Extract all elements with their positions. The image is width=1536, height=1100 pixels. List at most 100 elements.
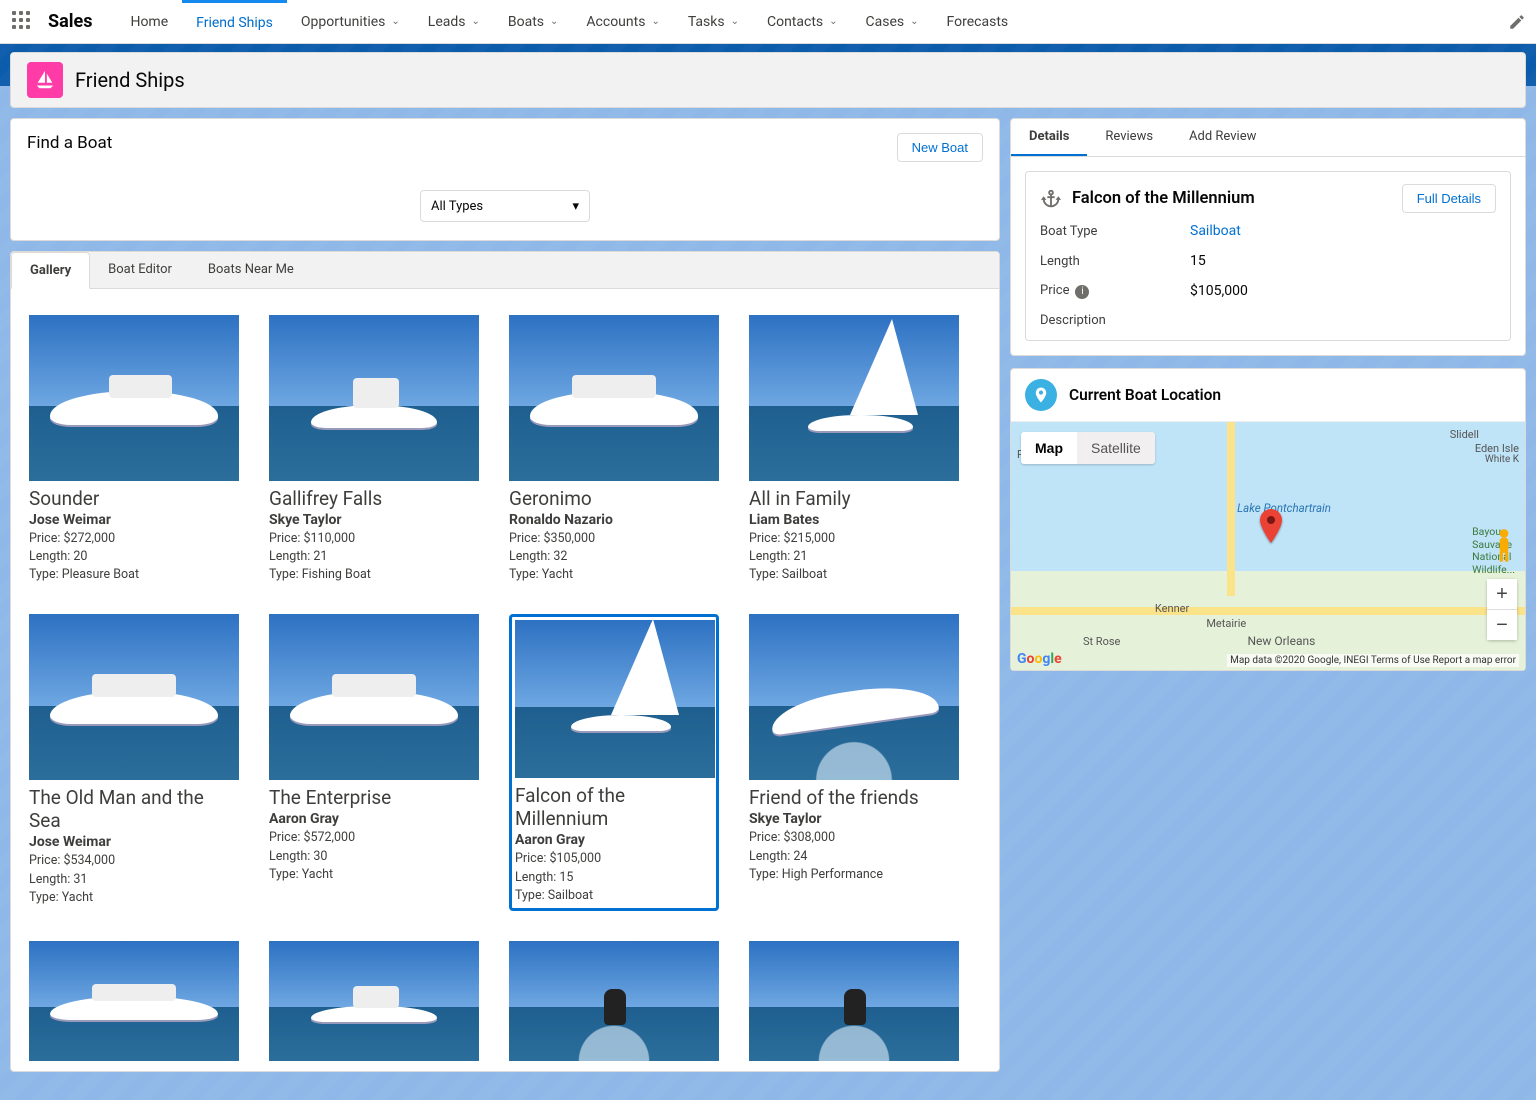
edit-pencil-icon[interactable] xyxy=(1508,13,1526,31)
boat-tile[interactable]: GeronimoRonaldo NazarioPrice: $350,000Le… xyxy=(509,315,719,584)
workspace: Friend Ships Find a Boat New Boat All Ty… xyxy=(0,44,1536,1100)
boat-tile[interactable]: All in FamilyLiam BatesPrice: $215,000Le… xyxy=(749,315,959,584)
tab-gallery[interactable]: Gallery xyxy=(11,252,90,289)
boat-thumbnail xyxy=(749,941,959,1061)
boat-tile[interactable] xyxy=(29,941,239,1061)
chevron-down-icon: ⌄ xyxy=(391,16,399,27)
boat-thumbnail xyxy=(29,315,239,481)
nav-tab-home[interactable]: Home xyxy=(116,0,182,43)
boat-tile[interactable]: Falcon of the MillenniumAaron GrayPrice:… xyxy=(509,614,719,910)
boat-tile[interactable] xyxy=(269,941,479,1061)
list-tabbar: GalleryBoat EditorBoats Near Me xyxy=(11,252,999,289)
boat-thumbnail xyxy=(269,614,479,780)
app-launcher-icon[interactable] xyxy=(12,11,34,33)
detail-tab-reviews[interactable]: Reviews xyxy=(1087,119,1171,156)
chevron-down-icon: ⌄ xyxy=(550,16,558,27)
boat-thumbnail xyxy=(515,620,715,778)
chevron-down-icon: ⌄ xyxy=(731,16,739,27)
zoom-in-button[interactable]: + xyxy=(1487,579,1517,609)
boat-tile[interactable]: Friend of the friends Skye Taylor Price: $… xyxy=(749,614,959,910)
nav-tab-contacts[interactable]: Contacts⌄ xyxy=(753,0,852,43)
nav-tab-cases[interactable]: Cases⌄ xyxy=(852,0,933,43)
boat-meta: Price: $105,000Length: 15Type: Sailboat xyxy=(515,850,713,904)
detail-tabbar: DetailsReviewsAdd Review xyxy=(1011,119,1525,157)
nav-tab-accounts[interactable]: Accounts⌄ xyxy=(572,0,673,43)
boat-meta: Price: $215,000Length: 21Type: Sailboat xyxy=(749,530,959,584)
nav-tab-opportunities[interactable]: Opportunities⌄ xyxy=(287,0,414,43)
boat-type-selected: All Types xyxy=(431,199,483,214)
boat-tile[interactable] xyxy=(749,941,959,1061)
info-icon[interactable]: i xyxy=(1075,285,1089,299)
boat-owner: Aaron Gray xyxy=(269,811,479,827)
boat-name: All in Family xyxy=(749,487,959,510)
nav-tab-friend-ships[interactable]: Friend Ships xyxy=(182,0,287,43)
boat-meta: Price: $272,000Length: 20Type: Pleasure … xyxy=(29,530,239,584)
boat-detail-card: DetailsReviewsAdd Review Falcon of the M… xyxy=(1010,118,1526,356)
chevron-down-icon: ▾ xyxy=(572,199,579,214)
page-title: Friend Ships xyxy=(75,68,185,92)
find-boat-title: Find a Boat xyxy=(27,133,112,153)
boat-thumbnail xyxy=(29,941,239,1061)
boat-tile[interactable]: Gallifrey FallsSkye TaylorPrice: $110,00… xyxy=(269,315,479,584)
map-label-kenner: Kenner xyxy=(1155,602,1189,615)
boat-tile[interactable]: Sounder Jose Weimar Price: $272,000Length:… xyxy=(29,315,239,584)
map-canvas[interactable]: Lake Pontchartrain Slidell Eden Isle Whi… xyxy=(1011,422,1525,670)
zoom-out-button[interactable]: − xyxy=(1487,610,1517,640)
boat-thumbnail xyxy=(269,315,479,481)
boat-name: The Enterprise xyxy=(269,786,479,809)
new-boat-button[interactable]: New Boat xyxy=(897,133,983,162)
value-boat-type[interactable]: Sailboat xyxy=(1190,223,1496,239)
tab-boats-near-me[interactable]: Boats Near Me xyxy=(190,252,312,288)
boat-thumbnail xyxy=(749,315,959,481)
full-details-button[interactable]: Full Details xyxy=(1402,184,1496,213)
chevron-down-icon: ⌄ xyxy=(829,16,837,27)
tab-boat-editor[interactable]: Boat Editor xyxy=(90,252,190,288)
value-length: 15 xyxy=(1190,253,1496,269)
boat-type-select[interactable]: All Types ▾ xyxy=(420,190,590,222)
page-icon-sailboat xyxy=(27,62,63,98)
nav-tab-boats[interactable]: Boats⌄ xyxy=(494,0,573,43)
detail-box: Falcon of the Millennium Full Details Bo… xyxy=(1025,171,1511,341)
boat-owner: Skye Taylor xyxy=(749,811,959,827)
boat-thumbnail xyxy=(509,941,719,1061)
map-label-slidell: Slidell xyxy=(1450,428,1479,441)
nav-tab-leads[interactable]: Leads⌄ xyxy=(414,0,494,43)
map-attribution[interactable]: Map data ©2020 Google, INEGI Terms of Us… xyxy=(1227,654,1519,667)
boat-name: The Old Man and the Sea xyxy=(29,786,239,832)
map-card: Current Boat Location Lake Pontchartrain… xyxy=(1010,368,1526,671)
label-description: Description xyxy=(1040,313,1190,328)
nav-tab-forecasts[interactable]: Forecasts xyxy=(933,0,1023,43)
map-label-whitek: White K xyxy=(1485,454,1519,465)
boat-gallery: Sounder Jose Weimar Price: $272,000Length:… xyxy=(11,289,999,1071)
boat-owner: Jose Weimar xyxy=(29,512,239,528)
page-header: Friend Ships xyxy=(10,52,1526,108)
boat-tile[interactable]: The EnterpriseAaron GrayPrice: $572,000L… xyxy=(269,614,479,910)
map-location-icon xyxy=(1025,379,1057,411)
boat-thumbnail xyxy=(269,941,479,1061)
label-price: Pricei xyxy=(1040,283,1190,299)
label-boat-type: Boat Type xyxy=(1040,224,1190,239)
pegman-icon[interactable] xyxy=(1491,528,1517,560)
map-zoom: + − xyxy=(1487,579,1517,640)
nav-tab-tasks[interactable]: Tasks⌄ xyxy=(674,0,753,43)
map-type-satellite[interactable]: Satellite xyxy=(1077,432,1155,464)
global-nav: Sales HomeFriend ShipsOpportunities⌄Lead… xyxy=(0,0,1536,44)
boat-name: Sounder xyxy=(29,487,239,510)
boat-owner: Aaron Gray xyxy=(515,832,713,848)
boat-name: Friend of the friends xyxy=(749,786,959,809)
chevron-down-icon: ⌄ xyxy=(910,16,918,27)
detail-tab-details[interactable]: Details xyxy=(1011,119,1087,156)
boat-meta: Price: $308,000Length: 24Type: High Perf… xyxy=(749,829,959,883)
nav-tabs: HomeFriend ShipsOpportunities⌄Leads⌄Boat… xyxy=(116,0,1022,43)
find-boat-card: Find a Boat New Boat All Types ▾ xyxy=(10,118,1000,241)
chevron-down-icon: ⌄ xyxy=(471,16,479,27)
boat-tile[interactable]: The Old Man and the SeaJose WeimarPrice:… xyxy=(29,614,239,910)
boat-tile[interactable] xyxy=(509,941,719,1061)
anchor-icon xyxy=(1040,188,1062,210)
detail-tab-add-review[interactable]: Add Review xyxy=(1171,119,1274,156)
boat-meta: Price: $350,000Length: 32Type: Yacht xyxy=(509,530,719,584)
boat-name: Geronimo xyxy=(509,487,719,510)
value-price: $105,000 xyxy=(1190,283,1496,299)
map-type-map[interactable]: Map xyxy=(1021,432,1077,464)
app-name: Sales xyxy=(48,11,92,32)
